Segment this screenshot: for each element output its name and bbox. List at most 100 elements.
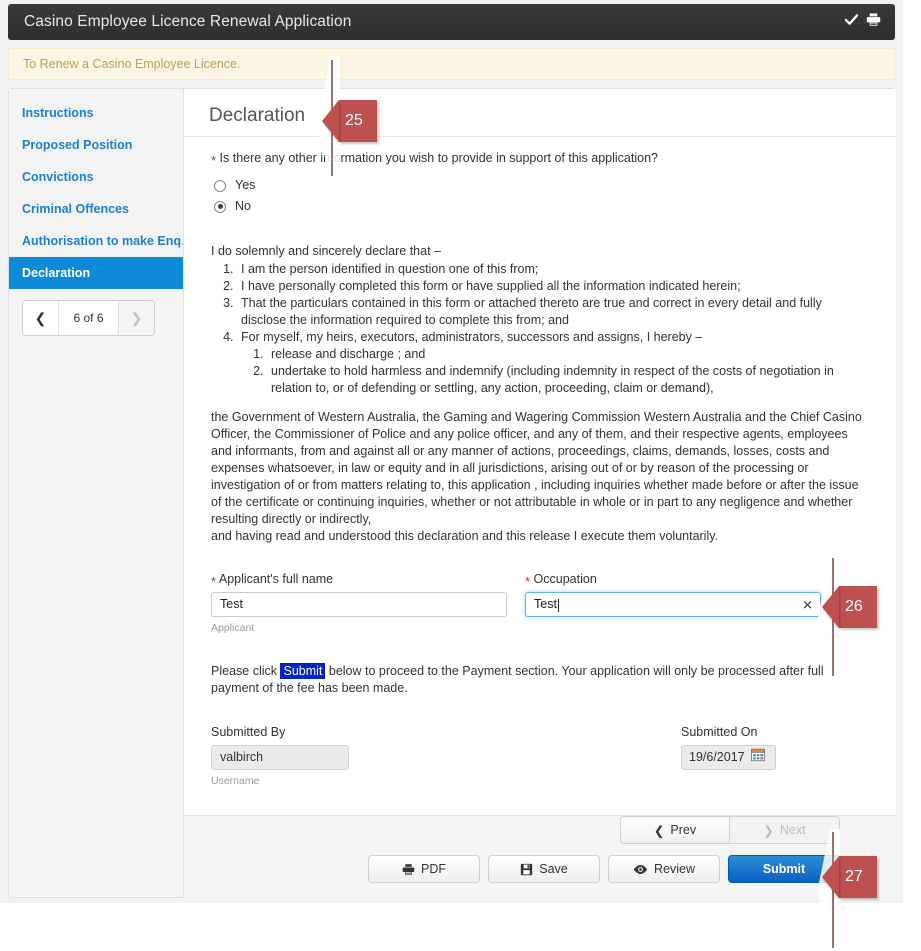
chevron-right-icon: ❯ [763,823,774,838]
declaration-list-item: I have personally completed this form or… [237,278,866,295]
occupation-label: * Occupation [525,571,821,588]
release-paragraph: the Government of Western Australia, the… [211,410,862,526]
review-button-label: Review [654,862,695,876]
radio-option-no[interactable]: No [214,196,866,217]
chevron-left-icon: ❮ [653,823,665,838]
callout-26-number: 26 [845,598,863,615]
next-button[interactable]: ❯ Next [730,816,840,844]
required-marker: * [211,153,217,168]
content-body: * Is there any other information you wis… [184,137,896,790]
sidebar-item-convictions[interactable]: Convictions [9,161,183,193]
prev-button[interactable]: ❮ Prev [620,816,730,844]
submitted-by-label: Submitted By [211,725,286,739]
submitted-on-label: Submitted On [681,725,758,739]
footer-actions: ❮ Prev ❯ Next PDF Save Review Submit [184,816,896,899]
screenshot-root: Casino Employee Licence Renewal Applicat… [0,0,921,951]
callout-26: 26 [822,586,877,628]
occupation-label-text: Occupation [533,572,597,586]
applicant-name-value: Test [220,597,243,611]
applicant-name-input[interactable]: Test [211,592,507,617]
submit-instruction: Please click Submit below to proceed to … [211,663,866,697]
declaration-sublist-item: undertake to hold harmless and indemnify… [267,363,866,397]
submit-instruction-highlight: Submit [280,663,326,679]
pdf-button[interactable]: PDF [368,855,480,883]
applicant-fields-row: * Applicant's full name Test Applicant * [211,571,866,637]
content-card: Declaration * Is there any other informa… [184,89,896,816]
pager-label: 6 of 6 [73,311,104,325]
title-bar-icons [844,12,881,32]
sidebar-item-label: Criminal Offences [22,202,129,216]
sidebar-item-declaration[interactable]: Declaration [9,257,183,289]
radio-label: No [235,199,251,213]
submit-instruction-before: Please click [211,664,281,678]
declaration-intro: I do solemnly and sincerely declare that… [211,244,441,258]
callout-25-number: 25 [345,112,363,129]
printer-icon[interactable] [866,12,881,32]
info-banner-text: To Renew a Casino Employee Licence. [23,57,241,71]
submitted-on-value: 19/6/2017 [689,750,745,764]
declaration-list-item: I am the person identified in question o… [237,261,866,278]
pager-prev-button[interactable]: ❮ [23,301,59,335]
section-title: Declaration [209,105,306,126]
callout-25-box: 25 [339,100,377,142]
submitted-on-input: 19/6/2017 [681,745,776,770]
declaration-list: I am the person identified in question o… [211,261,866,397]
declaration-sublist: release and discharge ; and undertake to… [241,346,866,397]
declaration-question-text: Is there any other information you wish … [219,151,658,165]
applicant-name-field-group: * Applicant's full name Test Applicant [211,571,507,637]
application-window: Casino Employee Licence Renewal Applicat… [0,0,903,903]
submitted-by-input: valbirch [211,745,349,770]
callout-25-arrow [322,100,339,142]
required-marker: * [525,574,531,589]
check-icon[interactable] [844,12,859,32]
step-nav-buttons: ❮ Prev ❯ Next [620,816,840,844]
sidebar: Instructions Proposed Position Convictio… [9,89,184,897]
next-button-label: Next [779,823,806,837]
eye-icon [633,863,648,876]
sidebar-item-proposed-position[interactable]: Proposed Position [9,129,183,161]
page-title: Casino Employee Licence Renewal Applicat… [24,13,352,30]
voluntary-paragraph: and having read and understood this decl… [211,529,719,543]
sidebar-item-label: Authorisation to make Enq… [22,234,183,248]
declaration-list-item-text: For myself, my heirs, executors, adminis… [241,330,703,344]
clear-x-icon[interactable]: ✕ [802,598,813,611]
sidebar-item-label: Convictions [22,170,94,184]
pdf-button-label: PDF [421,862,446,876]
radio-label: Yes [235,178,256,192]
review-button[interactable]: Review [608,855,720,883]
sidebar-item-instructions[interactable]: Instructions [9,97,183,129]
save-button[interactable]: Save [488,855,600,883]
info-banner: To Renew a Casino Employee Licence. [8,48,895,80]
sidebar-item-label: Declaration [22,266,91,280]
sidebar-item-label: Instructions [22,106,94,120]
pager-next-button[interactable]: ❯ [118,301,154,335]
declaration-list-item: That the particulars contained in this f… [237,295,866,329]
required-marker: * [211,574,217,589]
callout-27-arrow [822,856,839,898]
text-caret [557,599,559,612]
main-panel: Instructions Proposed Position Convictio… [8,88,896,899]
applicant-name-label-text: Applicant's full name [218,572,334,586]
sidebar-item-authorisation-to-make-enquiries[interactable]: Authorisation to make Enq… [9,225,183,257]
chevron-left-icon: ❮ [34,309,47,326]
printer-icon [402,863,415,876]
occupation-field-group: * Occupation Test ✕ [525,571,821,637]
radio-icon-selected [214,200,226,213]
sidebar-item-label: Proposed Position [22,138,133,152]
radio-option-yes[interactable]: Yes [214,175,866,196]
floppy-disk-icon [520,863,533,876]
sidebar-pager: ❮ 6 of 6 ❯ [22,300,155,336]
declaration-question: * Is there any other information you wis… [211,150,866,167]
submit-button-label: Submit [762,862,806,876]
sidebar-top-spacer [9,89,183,97]
chevron-right-icon: ❯ [130,309,143,326]
submitted-row: Submitted By valbirch Username Submitted… [211,724,866,790]
occupation-input[interactable]: Test ✕ [525,592,821,617]
applicant-name-help: Applicant [211,622,255,634]
submitted-by-help: Username [211,775,260,787]
callout-26-box: 26 [839,586,877,628]
callout-27: 27 [822,856,877,898]
calendar-icon[interactable] [750,748,765,767]
sidebar-item-criminal-offences[interactable]: Criminal Offences [9,193,183,225]
callout-25: 25 [322,100,377,142]
